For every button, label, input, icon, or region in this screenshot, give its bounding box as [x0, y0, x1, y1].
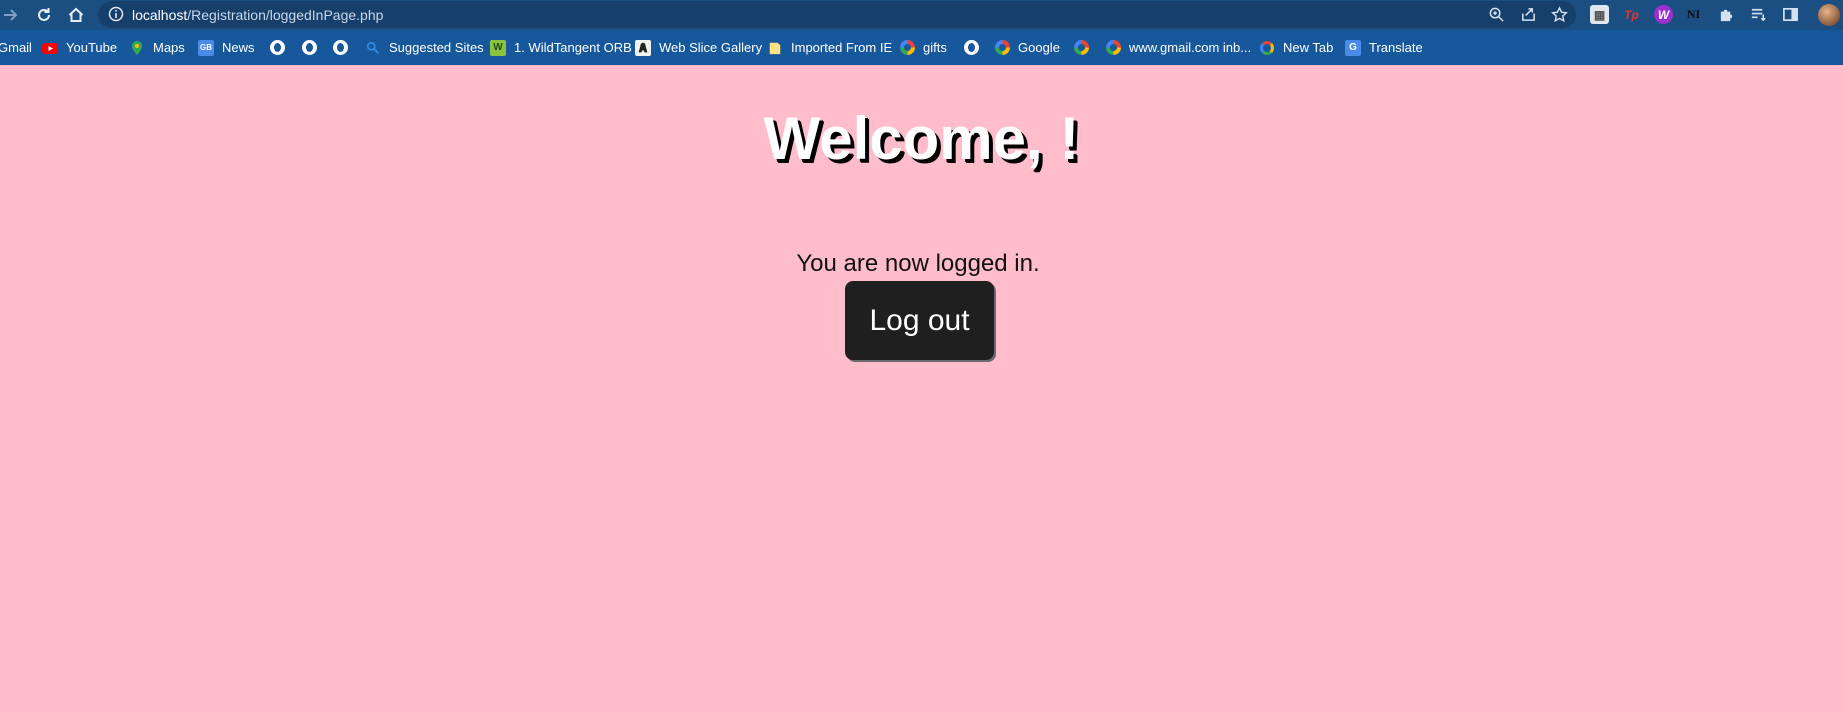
bookmark-gmail[interactable]: Gmail — [0, 30, 32, 65]
bookmark-label: Suggested Sites — [389, 40, 484, 55]
logout-button[interactable]: Log out — [845, 281, 994, 360]
bookmark-globe-1[interactable] — [269, 30, 293, 65]
bookmark-label: News — [222, 40, 255, 55]
bookmark-label: Imported From IE — [791, 40, 893, 55]
url-host: localhost — [132, 7, 188, 23]
folder-icon — [767, 40, 783, 56]
bookmark-label: Maps — [153, 40, 185, 55]
google-icon — [1073, 40, 1089, 56]
bookmark-label: gifts — [923, 40, 947, 55]
search-icon — [365, 40, 381, 56]
wildtangent-icon: W — [490, 39, 506, 56]
google-icon — [899, 40, 915, 56]
bookmark-suggested-sites[interactable]: Suggested Sites — [365, 30, 484, 65]
site-info-icon[interactable] — [108, 6, 124, 22]
side-panel-icon[interactable] — [1780, 4, 1800, 24]
star-icon[interactable] — [1549, 4, 1569, 24]
bookmark-gmail-inbox[interactable]: www.gmail.com inb... — [1105, 30, 1251, 65]
bookmark-label: YouTube — [66, 40, 118, 55]
extension-generic-icon[interactable]: ▦ — [1590, 5, 1609, 24]
address-url[interactable]: localhost/Registration/loggedInPage.php — [132, 7, 383, 23]
extension-tp-icon[interactable]: Tp — [1622, 5, 1641, 24]
bookmark-web-slice-gallery[interactable]: Web Slice Gallery — [635, 30, 762, 65]
bookmark-label: Web Slice Gallery — [659, 40, 763, 55]
bookmark-label: Google — [1018, 40, 1060, 55]
globe-icon — [963, 40, 979, 56]
home-icon[interactable] — [65, 4, 87, 26]
bookmark-label: New Tab — [1283, 40, 1334, 55]
maps-icon — [129, 40, 145, 56]
newtab-icon — [1259, 40, 1275, 56]
bookmarks-bar: Gmail YouTube Maps GB News Suggested Sit… — [0, 30, 1843, 65]
bookmark-news[interactable]: GB News — [198, 30, 255, 65]
bookmark-gifts[interactable]: gifts — [899, 30, 947, 65]
bookmark-imported-from-ie[interactable]: Imported From IE — [767, 30, 892, 65]
globe-icon — [332, 40, 348, 56]
share-icon[interactable] — [1518, 4, 1538, 24]
bookmark-translate[interactable]: G Translate — [1345, 30, 1423, 65]
logged-in-message: You are now logged in. — [796, 250, 1040, 277]
bookmark-google-2[interactable] — [1073, 30, 1097, 65]
globe-icon — [301, 40, 317, 56]
forward-icon[interactable] — [0, 4, 22, 26]
zoom-icon[interactable] — [1486, 4, 1506, 24]
bookmark-new-tab[interactable]: New Tab — [1259, 30, 1333, 65]
globe-icon — [269, 40, 285, 56]
puzzle-icon[interactable] — [1716, 4, 1736, 24]
bookmark-globe-4[interactable] — [963, 30, 987, 65]
bookmark-label: 1. WildTangent ORB — [514, 40, 632, 55]
bookmark-maps[interactable]: Maps — [129, 30, 185, 65]
bookmark-wildtangent[interactable]: W 1. WildTangent ORB — [490, 30, 632, 65]
extension-w-icon[interactable]: W — [1654, 5, 1673, 24]
bookmark-globe-3[interactable] — [332, 30, 356, 65]
extension-ni-icon[interactable]: NI — [1684, 5, 1703, 24]
reading-list-icon[interactable] — [1748, 4, 1768, 24]
google-icon — [1105, 40, 1121, 56]
browser-toolbar: localhost/Registration/loggedInPage.php … — [0, 0, 1843, 30]
webslice-icon — [635, 39, 651, 56]
news-icon: GB — [198, 39, 214, 56]
google-icon — [994, 40, 1010, 56]
bookmark-globe-2[interactable] — [301, 30, 325, 65]
bookmark-label: www.gmail.com inb... — [1129, 40, 1252, 55]
reload-icon[interactable] — [33, 4, 55, 26]
translate-icon: G — [1345, 39, 1361, 56]
bookmark-label: Translate — [1369, 40, 1423, 55]
address-bar[interactable]: localhost/Registration/loggedInPage.php — [98, 1, 1576, 28]
profile-avatar[interactable] — [1818, 4, 1840, 26]
bookmark-youtube[interactable]: YouTube — [42, 30, 117, 65]
youtube-icon — [42, 40, 58, 56]
url-path: /Registration/loggedInPage.php — [187, 7, 384, 23]
bookmark-google[interactable]: Google — [994, 30, 1060, 65]
bookmark-label: Gmail — [0, 40, 32, 55]
welcome-heading: Welcome, ! — [763, 105, 1080, 172]
